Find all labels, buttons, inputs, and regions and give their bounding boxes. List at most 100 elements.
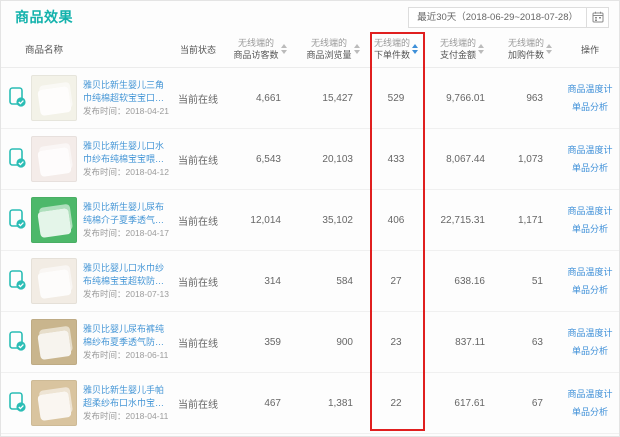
col-ops: 操作 (559, 32, 620, 68)
mobile-check-icon (9, 392, 27, 414)
col-views[interactable]: 无线端的商品浏览量 (297, 32, 369, 68)
publish-date: 发布时间：2018-06-11 (83, 350, 168, 360)
col-views-line1: 无线端的 (306, 37, 351, 49)
table-row: 雅贝比婴儿口水巾纱布纯棉宝宝超软防吐奶新生儿喂奶擦嘴围巾 发布时间：2018-0… (1, 251, 620, 312)
col-visitors-line1: 无线端的 (233, 37, 278, 49)
single-item-analysis-link[interactable]: 单品分析 (559, 285, 620, 296)
col-payment-line1: 无线端的 (440, 37, 476, 49)
date-range-group: 最近30天（2018-06-29~2018-07-28） (408, 7, 609, 28)
status-value: 当前在线 (173, 68, 223, 129)
cart-value: 51 (501, 251, 559, 312)
col-payment-line2: 支付金额 (440, 49, 476, 61)
table-row: 雅贝比新生婴儿尿布纯棉介子夏季透气100%全棉宝宝纱布可洗 发布时间：2018-… (1, 190, 620, 251)
status-value: 当前在线 (173, 251, 223, 312)
status-value: 当前在线 (173, 312, 223, 373)
mobile-check-icon (9, 331, 27, 353)
product-thermometer-link[interactable]: 商品温度计 (559, 145, 620, 156)
orders-value: 433 (369, 129, 423, 190)
sort-arrows-icon-active[interactable] (412, 44, 418, 54)
product-title-link[interactable]: 雅贝比婴儿口水巾纱布纯棉宝宝超软防吐奶新生儿喂奶擦嘴围巾 (83, 262, 169, 288)
col-views-line2: 商品浏览量 (306, 49, 351, 61)
single-item-analysis-link[interactable]: 单品分析 (559, 224, 620, 235)
cart-value: 1,171 (501, 190, 559, 251)
col-cart[interactable]: 无线端的加购件数 (501, 32, 559, 68)
payment-value: 837.11 (423, 312, 501, 373)
col-payment[interactable]: 无线端的支付金额 (423, 32, 501, 68)
status-value: 当前在线 (173, 129, 223, 190)
sort-arrows-icon[interactable] (478, 44, 484, 54)
visitors-value: 4,661 (223, 68, 297, 129)
col-cart-line1: 无线端的 (508, 37, 544, 49)
col-cart-line2: 加购件数 (508, 49, 544, 61)
sort-arrows-icon[interactable] (546, 44, 552, 54)
cart-value: 67 (501, 373, 559, 434)
cart-value: 63 (501, 312, 559, 373)
publish-date: 发布时间：2018-04-12 (83, 167, 169, 177)
col-orders-line2: 下单件数 (374, 49, 410, 61)
payment-value: 22,715.31 (423, 190, 501, 251)
orders-value: 406 (369, 190, 423, 251)
product-thumbnail[interactable] (31, 380, 77, 426)
single-item-analysis-link[interactable]: 单品分析 (559, 102, 620, 113)
payment-value: 8,067.44 (423, 129, 501, 190)
calendar-icon (592, 11, 604, 23)
product-title-link[interactable]: 雅贝比新生婴儿口水巾纱布纯棉宝宝喂奶擦嘴小方巾超软防吐奶 (83, 140, 169, 166)
product-thumbnail[interactable] (31, 136, 77, 182)
views-value: 900 (297, 312, 369, 373)
table-row: 雅贝比婴儿尿布裤纯棉纱布夏季透气防漏宝宝防水新生儿可洗裤 发布时间：2018-0… (1, 312, 620, 373)
product-thermometer-link[interactable]: 商品温度计 (559, 389, 620, 400)
views-value: 20,103 (297, 129, 369, 190)
product-title-link[interactable]: 雅贝比新生婴儿尿布纯棉介子夏季透气100%全棉宝宝纱布可洗 (83, 201, 169, 227)
publish-date: 发布时间：2018-04-11 (83, 411, 168, 421)
page-header: 商品效果 最近30天（2018-06-29~2018-07-28） (1, 1, 619, 32)
product-thermometer-link[interactable]: 商品温度计 (559, 267, 620, 278)
product-thermometer-link[interactable]: 商品温度计 (559, 328, 620, 339)
orders-value: 529 (369, 68, 423, 129)
single-item-analysis-link[interactable]: 单品分析 (559, 407, 620, 418)
product-thumbnail[interactable] (31, 197, 77, 243)
publish-date: 发布时间：2018-04-17 (83, 228, 169, 238)
col-orders[interactable]: 无线端的下单件数 (369, 32, 423, 68)
sort-arrows-icon[interactable] (354, 44, 360, 54)
views-value: 15,427 (297, 68, 369, 129)
cart-value: 963 (501, 68, 559, 129)
product-thermometer-link[interactable]: 商品温度计 (559, 84, 620, 95)
single-item-analysis-link[interactable]: 单品分析 (559, 163, 620, 174)
table-row: 雅贝比新生婴儿口水巾纱布纯棉宝宝喂奶擦嘴小方巾超软防吐奶 发布时间：2018-0… (1, 129, 620, 190)
mobile-check-icon (9, 148, 27, 170)
calendar-button[interactable] (587, 7, 609, 28)
date-range-button[interactable]: 最近30天（2018-06-29~2018-07-28） (408, 7, 587, 28)
table-header-row: 商品名称 当前状态 无线端的商品访客数 无线端的商品浏览量 无线端的下单件数 无… (1, 32, 620, 68)
product-title-link[interactable]: 雅贝比婴儿尿布裤纯棉纱布夏季透气防漏宝宝防水新生儿可洗裤 (83, 323, 169, 349)
product-thermometer-link[interactable]: 商品温度计 (559, 206, 620, 217)
table-row: 雅贝比新生婴儿手帕超柔纱布口水巾宝宝擦嘴小方巾洗脸纯棉毛 发布时间：2018-0… (1, 373, 620, 434)
visitors-value: 359 (223, 312, 297, 373)
sort-arrows-icon[interactable] (281, 44, 287, 54)
visitors-value: 314 (223, 251, 297, 312)
visitors-value: 6,543 (223, 129, 297, 190)
product-thumbnail[interactable] (31, 75, 77, 121)
orders-value: 23 (369, 312, 423, 373)
views-value: 1,381 (297, 373, 369, 434)
product-title-link[interactable]: 雅贝比新生婴儿三角巾纯棉超软宝宝口水巾纱布围嘴防吐奶夏季 (83, 79, 169, 105)
col-visitors[interactable]: 无线端的商品访客数 (223, 32, 297, 68)
col-product-name: 商品名称 (1, 32, 173, 68)
product-effect-panel: 商品效果 最近30天（2018-06-29~2018-07-28） 商品名称 当… (0, 0, 620, 437)
single-item-analysis-link[interactable]: 单品分析 (559, 346, 620, 357)
payment-value: 9,766.01 (423, 68, 501, 129)
cart-value: 1,073 (501, 129, 559, 190)
page-title: 商品效果 (15, 7, 73, 27)
mobile-check-icon (9, 270, 27, 292)
product-title-link[interactable]: 雅贝比新生婴儿手帕超柔纱布口水巾宝宝擦嘴小方巾洗脸纯棉毛 (83, 384, 169, 410)
views-value: 35,102 (297, 190, 369, 251)
table-row: 雅贝比新生婴儿三角巾纯棉超软宝宝口水巾纱布围嘴防吐奶夏季 发布时间：2018-0… (1, 68, 620, 129)
status-value: 当前在线 (173, 190, 223, 251)
col-visitors-line2: 商品访客数 (233, 49, 278, 61)
col-status: 当前状态 (173, 32, 223, 68)
product-thumbnail[interactable] (31, 319, 77, 365)
product-thumbnail[interactable] (31, 258, 77, 304)
orders-value: 22 (369, 373, 423, 434)
mobile-check-icon (9, 87, 27, 109)
col-orders-line1: 无线端的 (374, 37, 410, 49)
publish-date: 发布时间：2018-07-13 (83, 289, 169, 299)
